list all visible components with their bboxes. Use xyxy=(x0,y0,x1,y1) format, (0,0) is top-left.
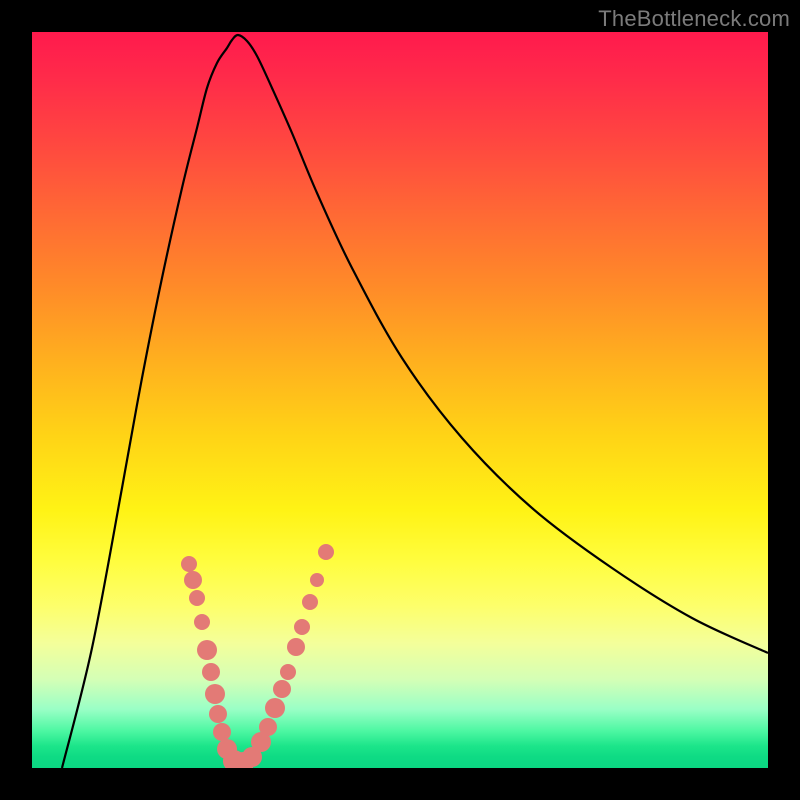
plot-area xyxy=(32,32,768,768)
bottleneck-curve xyxy=(62,35,768,768)
marker-dot xyxy=(209,705,227,723)
watermark-text: TheBottleneck.com xyxy=(598,6,790,32)
marker-dot xyxy=(181,556,197,572)
marker-dot xyxy=(287,638,305,656)
marker-dot xyxy=(202,663,220,681)
marker-dot xyxy=(213,723,231,741)
marker-dot xyxy=(194,614,210,630)
marker-dot xyxy=(273,680,291,698)
marker-dot xyxy=(302,594,318,610)
marker-dot xyxy=(280,664,296,680)
marker-dot xyxy=(184,571,202,589)
marker-dot xyxy=(265,698,285,718)
curve-layer xyxy=(32,32,768,768)
marker-dot xyxy=(205,684,225,704)
chart-frame: TheBottleneck.com xyxy=(0,0,800,800)
marker-dot xyxy=(294,619,310,635)
marker-dot xyxy=(259,718,277,736)
marker-dot xyxy=(318,544,334,560)
marker-dots-group xyxy=(181,544,334,768)
marker-dot xyxy=(310,573,324,587)
marker-dot xyxy=(189,590,205,606)
marker-dot xyxy=(197,640,217,660)
